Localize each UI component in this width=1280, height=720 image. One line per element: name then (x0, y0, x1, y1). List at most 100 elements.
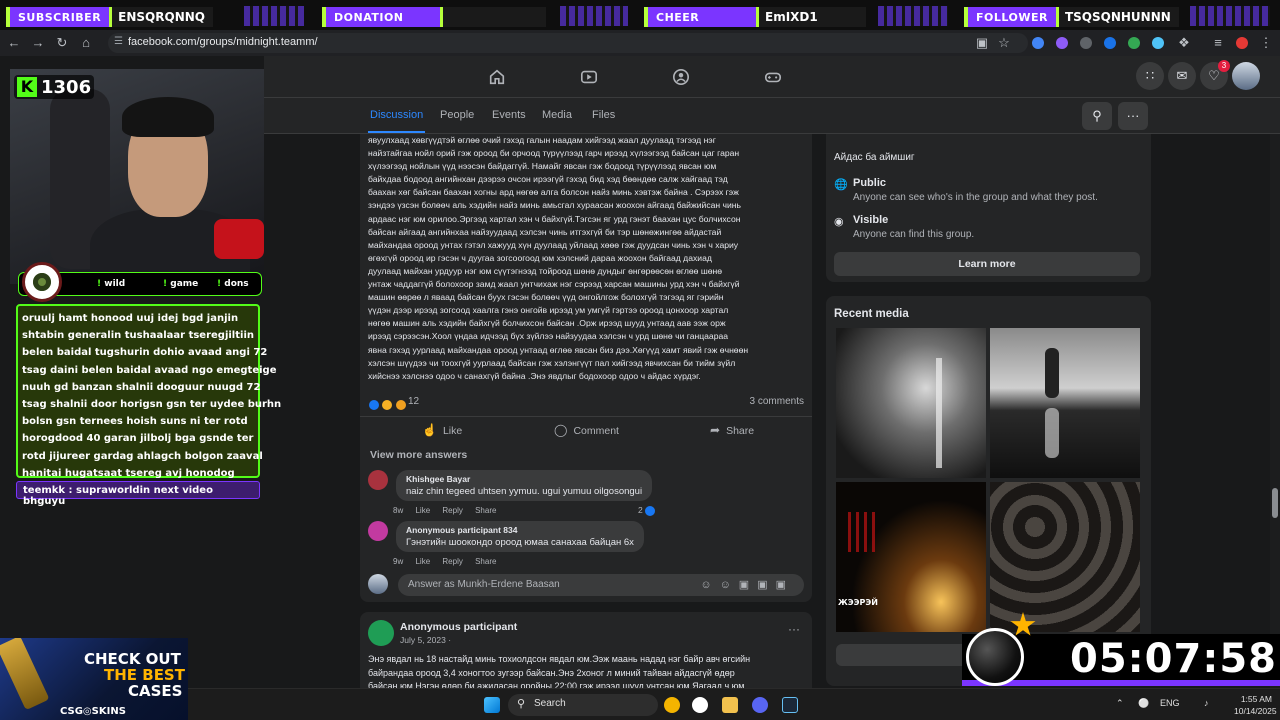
extension-icon[interactable] (1128, 37, 1140, 49)
comment-share-link[interactable]: Share (475, 557, 496, 566)
reading-list-icon[interactable]: ≡ (1210, 35, 1226, 51)
media-thumbnail-candle[interactable]: ЖЭЭРЭЙ (836, 482, 986, 632)
chat-line: hanitai hugatsaat tsereg avj honodog (22, 467, 235, 479)
profile-avatar[interactable] (1232, 62, 1260, 90)
avatar[interactable] (368, 470, 388, 490)
site-info-icon[interactable]: ☰ (114, 36, 123, 47)
tray-chevron-icon[interactable]: ⌃ (1116, 698, 1124, 709)
menu-kebab-icon[interactable]: ⋮ (1258, 35, 1274, 51)
tab-events[interactable]: Events (492, 109, 526, 121)
chrome-icon[interactable] (664, 697, 680, 713)
comments-count[interactable]: 3 comments (750, 396, 804, 407)
eyeball-mascot-icon (22, 262, 62, 302)
group-tabs: Discussion People Events Media Files ⚲ ·… (264, 98, 1280, 134)
recent-media-title: Recent media (834, 308, 909, 320)
kick-viewer-badge: K 1306 (14, 75, 94, 99)
media-thumbnail-faces[interactable] (990, 482, 1140, 632)
media-thumbnail-reflection[interactable] (990, 328, 1140, 478)
comment-author[interactable]: Khishgee Bayar (406, 474, 642, 484)
comment-like-link[interactable]: Like (415, 506, 430, 515)
tab-discussion[interactable]: Discussion (367, 109, 426, 133)
volume-icon[interactable]: ♪ (1204, 698, 1209, 708)
extension-icon[interactable] (1032, 37, 1044, 49)
answer-input[interactable]: Answer as Munkh-Erdene Baasan ☺☺▣▣▣ (398, 574, 804, 596)
chat-command: ! dons (217, 279, 249, 289)
scrollbar-thumb[interactable] (1272, 488, 1278, 518)
microphone-icon[interactable]: ⚪ (1138, 698, 1149, 709)
obs-icon[interactable] (692, 697, 708, 713)
anonymous-avatar[interactable] (368, 521, 388, 541)
comment-share-link[interactable]: Share (475, 506, 496, 515)
bookmark-star-icon[interactable]: ☆ (996, 35, 1012, 51)
comment-time[interactable]: 9w (393, 557, 403, 566)
donation-alert: DONATION (322, 6, 546, 28)
start-windows-icon[interactable] (484, 697, 500, 713)
comment-time[interactable]: 8w (393, 506, 403, 515)
chat-line: belen baidal tugshurin dohio avaad angi … (22, 347, 268, 359)
comment-reply-link[interactable]: Reply (442, 557, 462, 566)
tab-people[interactable]: People (440, 109, 474, 121)
more-options-icon[interactable]: ··· (1118, 102, 1148, 130)
emoji-gif-sticker-icons[interactable]: ☺☺▣▣▣ (700, 578, 794, 591)
post-line: байрандаа ороод 3,4 хоногтоо зугээр байс… (368, 667, 735, 678)
ad-line: THE BEST (104, 666, 185, 684)
search-icon[interactable]: ⚲ (1082, 102, 1112, 130)
video-icon[interactable] (580, 68, 598, 86)
anonymous-avatar[interactable] (368, 620, 394, 646)
discord-icon[interactable] (752, 697, 768, 713)
alert-stripes (1190, 6, 1270, 26)
media-thumbnail-ghost[interactable] (836, 328, 986, 478)
gaming-icon[interactable] (764, 68, 782, 86)
follower-alert: FOLLOWER TSQSQNHUNNN (964, 6, 1179, 28)
language-indicator[interactable]: ENG (1160, 698, 1180, 708)
like-reaction-icon (368, 398, 380, 411)
comment-bubble: Khishgee Bayar naiz chin tegeed uhtsen y… (396, 470, 653, 501)
view-more-answers-link[interactable]: View more answers (370, 449, 467, 461)
comment-reply-link[interactable]: Reply (442, 506, 462, 515)
steam-icon[interactable] (782, 697, 798, 713)
taskbar-clock[interactable]: 1:55 AM 10/14/2025 (1234, 693, 1277, 717)
alert-tag: SUBSCRIBER (6, 7, 110, 27)
post-line: явуулхаад хөвгүүдтэй өглөө очий гэхэд га… (368, 135, 716, 145)
reload-icon[interactable]: ↻ (54, 35, 70, 51)
share-button[interactable]: ➦ Share (710, 423, 754, 437)
tab-files[interactable]: Files (592, 109, 615, 121)
home-icon[interactable] (488, 68, 506, 86)
post-line: майхандаа ороод унтах гэтэл хажууд хүн д… (368, 239, 739, 250)
groups-icon[interactable] (672, 68, 690, 86)
learn-more-button[interactable]: Learn more (834, 252, 1140, 276)
forward-icon[interactable]: → (30, 35, 46, 51)
post-line: байсан айгаад ангийнхаа найзуудаад хэлсэ… (368, 226, 722, 237)
extension-icon[interactable] (1152, 37, 1164, 49)
extensions-puzzle-icon[interactable]: ❖ (1176, 35, 1192, 51)
messenger-icon[interactable]: ✉ (1168, 62, 1196, 90)
reaction-count[interactable]: 12 (408, 396, 419, 407)
back-icon[interactable]: ← (6, 35, 22, 51)
alert-stripes (244, 6, 304, 26)
cast-icon[interactable]: ▣ (974, 35, 990, 51)
taskbar-search[interactable]: ⚲ Search (508, 694, 658, 716)
extension-icon[interactable] (1056, 37, 1068, 49)
tab-media[interactable]: Media (542, 109, 572, 121)
post-line: хийснээ хэлснээ одоо ч санахгүй байна .Э… (368, 370, 701, 381)
profile-avatar-icon[interactable] (1236, 37, 1248, 49)
home-icon[interactable]: ⌂ (78, 35, 94, 51)
comment-like-link[interactable]: Like (415, 557, 430, 566)
post-date[interactable]: July 5, 2023 · (400, 635, 451, 645)
like-button[interactable]: ☝ Like (422, 423, 462, 437)
kick-logo-icon: K (17, 77, 37, 97)
address-bar[interactable]: ☰ facebook.com/groups/midnight.teamm/ (108, 33, 1028, 53)
comment-button[interactable]: ◯ Comment (554, 423, 619, 437)
chat-command: ! game (163, 279, 199, 289)
page-scrollbar[interactable] (1270, 134, 1280, 688)
comment-author[interactable]: Anonymous participant 834 (406, 525, 634, 535)
file-explorer-icon[interactable] (722, 697, 738, 713)
recent-media-card: Recent media ЖЭЭРЭЙ (826, 296, 1151, 686)
media-caption: ЖЭЭРЭЙ (838, 598, 878, 607)
menu-grid-icon[interactable]: ∷ (1136, 62, 1164, 90)
post-line: байхдаа бодоод ангийнхан дээрээ очсон ир… (368, 174, 728, 185)
post-author[interactable]: Anonymous participant (400, 621, 517, 633)
extension-icon[interactable] (1104, 37, 1116, 49)
extension-icon[interactable] (1080, 37, 1092, 49)
post-options-icon[interactable]: ··· (788, 622, 800, 636)
